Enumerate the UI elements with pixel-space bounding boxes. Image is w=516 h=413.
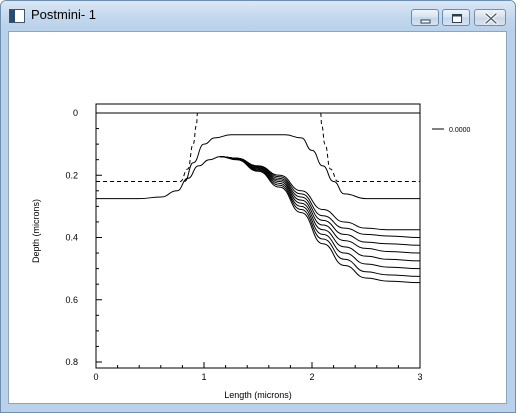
- axes: 0 1 2 3 0 0.2 0.4 0.6 0.8: [65, 103, 423, 382]
- y-tick-label: 0.4: [65, 233, 78, 243]
- plot-area: 0 1 2 3 0 0.2 0.4 0.6 0.8 0.0000 Length (microns…: [8, 31, 507, 404]
- legend-label: 0.0000: [449, 127, 471, 134]
- series-line: [184, 134, 420, 200]
- plot-frame: [95, 103, 421, 369]
- legend: 0.0000: [432, 127, 471, 134]
- x-tick-label: 1: [201, 372, 206, 382]
- y-axis-title: Depth (microns): [31, 199, 41, 263]
- series-line: [96, 112, 199, 182]
- y-tick-label: 0.2: [65, 170, 78, 180]
- series-line: [320, 112, 420, 182]
- x-tick-label: 3: [417, 372, 422, 382]
- y-tick-label: 0.8: [65, 357, 78, 367]
- depth-profile-chart: 0 1 2 3 0 0.2 0.4 0.6 0.8 0.0000 Length (microns…: [31, 103, 471, 400]
- x-tick-label: 2: [309, 372, 314, 382]
- app-window: Postmini- 1 0 1 2 3 0 0.2 0.4 0.6 0.8 0.0000 Len…: [0, 0, 516, 413]
- x-axis-title: Length (microns): [224, 390, 292, 400]
- y-tick-label: 0.6: [65, 295, 78, 305]
- x-tick-label: 0: [93, 372, 98, 382]
- y-tick-label: 0: [73, 108, 78, 118]
- series-line: [220, 156, 421, 246]
- series-group: [96, 112, 421, 284]
- series-line: [220, 156, 421, 277]
